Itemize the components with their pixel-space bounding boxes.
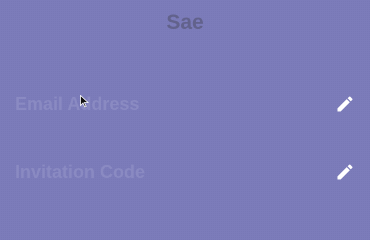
email-address-row[interactable]: Email Address	[15, 90, 356, 118]
invitation-code-row[interactable]: Invitation Code	[15, 158, 356, 186]
email-address-label: Email Address	[15, 94, 140, 114]
pencil-icon	[337, 164, 353, 180]
pencil-icon	[337, 96, 353, 112]
edit-invitation-code-button[interactable]	[334, 161, 356, 183]
invitation-code-label: Invitation Code	[15, 162, 145, 182]
mouse-cursor-icon	[80, 95, 89, 108]
page-title: Sae	[166, 11, 204, 34]
edit-email-button[interactable]	[334, 93, 356, 115]
